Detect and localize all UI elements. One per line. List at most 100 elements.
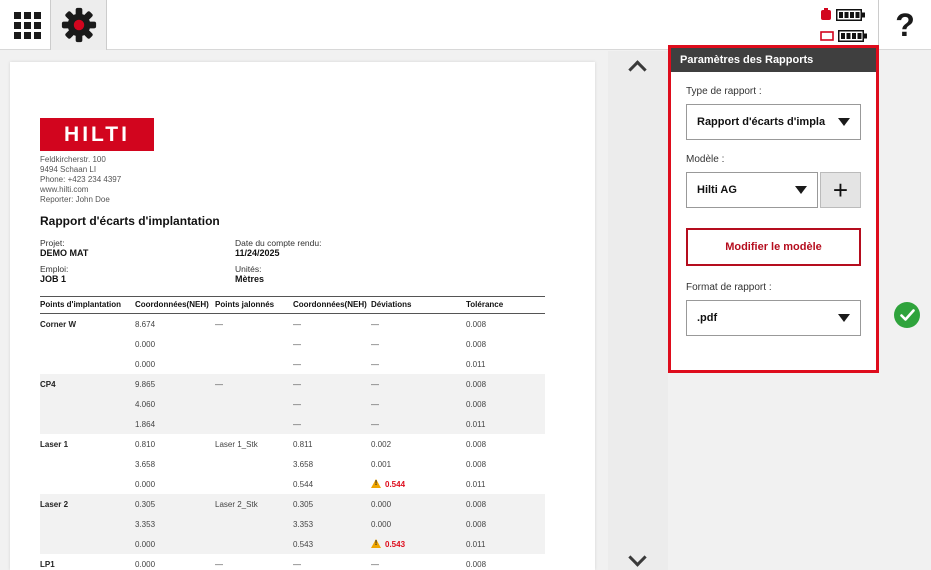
- table-cell: —: [293, 420, 371, 429]
- table-cell: CP4: [40, 380, 135, 389]
- battery-icon: [838, 28, 868, 44]
- table-cell: 0.002: [371, 440, 466, 449]
- table-cell: —: [293, 400, 371, 409]
- table-cell: —: [371, 380, 466, 389]
- panel-title: Paramètres des Rapports: [671, 48, 876, 72]
- table-cell: 0.305: [293, 500, 371, 509]
- table-cell: Laser 2: [40, 500, 135, 509]
- table-cell: 0.008: [466, 400, 545, 409]
- table-cell: 0.000: [371, 500, 466, 509]
- help-button[interactable]: ?: [879, 7, 931, 44]
- address-line: 9494 Schaan LI: [40, 165, 121, 175]
- hilti-logo: HILTI: [40, 118, 154, 151]
- header-cell: Coordonnées(NEH): [293, 300, 371, 310]
- header-cell: Points d'implantation: [40, 300, 135, 310]
- report-type-value: Rapport d'écarts d'impla: [697, 116, 838, 128]
- job-value: JOB 1: [40, 274, 88, 284]
- table-cell: 4.060: [135, 400, 215, 409]
- report-format-label: Format de rapport :: [686, 282, 861, 293]
- table-cell: 0.000: [135, 560, 215, 569]
- settings-button[interactable]: [50, 0, 107, 50]
- modify-model-button[interactable]: Modifier le modèle: [686, 228, 861, 266]
- table-cell: —: [215, 380, 293, 389]
- table-cell: 0.008: [466, 340, 545, 349]
- grid-icon: [14, 12, 41, 39]
- table-cell: 0.000: [135, 480, 215, 489]
- scroll-down-icon[interactable]: [628, 548, 646, 566]
- report-type-label: Type de rapport :: [686, 86, 861, 97]
- table-cell: 0.543: [371, 539, 466, 549]
- device2-indicator-icon: [820, 30, 834, 42]
- date-value: 11/24/2025: [235, 248, 321, 258]
- report-format-dropdown[interactable]: .pdf: [686, 300, 861, 336]
- gear-icon: [60, 6, 98, 44]
- model-dropdown[interactable]: Hilti AG: [686, 172, 818, 208]
- report-type-dropdown[interactable]: Rapport d'écarts d'impla: [686, 104, 861, 140]
- warning-icon: [371, 539, 381, 548]
- table-cell: 0.811: [293, 440, 371, 449]
- table-header: Points d'implantation Coordonnées(NEH) P…: [40, 296, 545, 314]
- table-cell: 3.353: [293, 520, 371, 529]
- table-cell: 3.658: [293, 460, 371, 469]
- table-row: 0.0000.5430.5430.011: [40, 534, 545, 554]
- project-value: DEMO MAT: [40, 248, 88, 258]
- add-model-button[interactable]: +: [820, 172, 861, 208]
- table-cell: 0.008: [466, 380, 545, 389]
- header-cell: Points jalonnés: [215, 300, 293, 310]
- table-cell: 0.000: [135, 340, 215, 349]
- table-cell: 0.011: [466, 360, 545, 369]
- header-cell: Coordonnées(NEH): [135, 300, 215, 310]
- table-row: 4.060——0.008: [40, 394, 545, 414]
- table-cell: —: [371, 320, 466, 329]
- report-preview: HILTI Feldkircherstr. 100 9494 Schaan LI…: [10, 62, 595, 570]
- table-cell: —: [293, 360, 371, 369]
- table-cell: 0.008: [466, 440, 545, 449]
- table-row: Laser 10.810Laser 1_Stk0.8110.0020.008: [40, 434, 545, 454]
- table-cell: 0.305: [135, 500, 215, 509]
- address-line: Phone: +423 234 4397: [40, 175, 121, 185]
- table-cell: 0.011: [466, 420, 545, 429]
- battery-icon: [836, 7, 866, 23]
- job-label: Emploi:: [40, 264, 88, 274]
- address-line: Reporter: John Doe: [40, 195, 121, 205]
- topbar: ?: [0, 0, 931, 50]
- table-cell: —: [371, 360, 466, 369]
- table-cell: 0.544: [293, 480, 371, 489]
- deviation-table: Points d'implantation Coordonnées(NEH) P…: [40, 296, 545, 570]
- table-cell: 0.011: [466, 540, 545, 549]
- table-cell: LP1: [40, 560, 135, 569]
- table-cell: —: [371, 340, 466, 349]
- table-row: Corner W8.674———0.008: [40, 314, 545, 334]
- header-cell: Déviations: [371, 300, 466, 310]
- table-cell: Laser 2_Stk: [215, 500, 293, 509]
- address-line: Feldkircherstr. 100: [40, 155, 121, 165]
- header-cell: Tolérance: [466, 300, 545, 310]
- apps-grid-button[interactable]: [8, 7, 46, 43]
- table-cell: —: [293, 560, 371, 569]
- table-cell: 0.008: [466, 520, 545, 529]
- confirm-button[interactable]: [894, 302, 920, 328]
- table-cell: 0.008: [466, 460, 545, 469]
- table-cell: —: [371, 420, 466, 429]
- report-format-value: .pdf: [697, 312, 838, 324]
- report-address: Feldkircherstr. 100 9494 Schaan LI Phone…: [40, 155, 121, 205]
- table-cell: 0.810: [135, 440, 215, 449]
- table-cell: 0.001: [371, 460, 466, 469]
- table-cell: 0.011: [466, 480, 545, 489]
- table-cell: —: [293, 320, 371, 329]
- table-cell: 3.658: [135, 460, 215, 469]
- warning-icon: [371, 479, 381, 488]
- table-row: CP49.865———0.008: [40, 374, 545, 394]
- table-row: 3.3533.3530.0000.008: [40, 514, 545, 534]
- table-cell: Laser 1: [40, 440, 135, 449]
- table-cell: —: [371, 560, 466, 569]
- table-cell: 0.543: [293, 540, 371, 549]
- table-cell: 0.000: [135, 540, 215, 549]
- units-label: Unités:: [235, 264, 321, 274]
- model-value: Hilti AG: [697, 184, 795, 196]
- scrollbar[interactable]: [608, 51, 668, 570]
- report-title: Rapport d'écarts d'implantation: [40, 214, 220, 228]
- table-cell: 1.864: [135, 420, 215, 429]
- scroll-up-icon[interactable]: [628, 60, 646, 78]
- chevron-down-icon: [838, 118, 850, 126]
